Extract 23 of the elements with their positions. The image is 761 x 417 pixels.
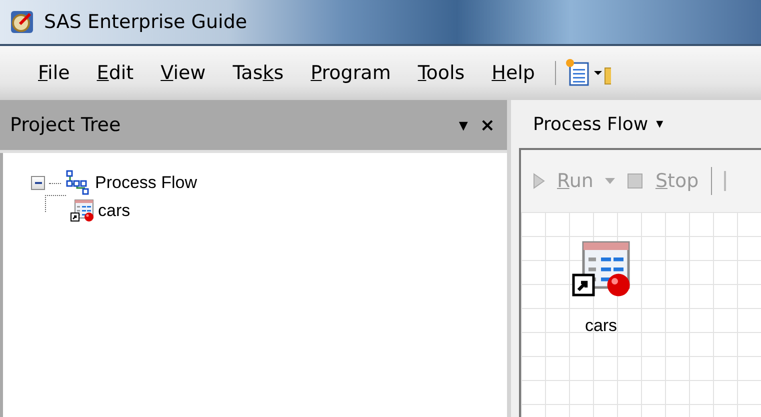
flow-icon xyxy=(65,170,91,196)
pin-menu-button[interactable]: ▾ xyxy=(458,114,468,136)
tree-item[interactable]: Process Flow xyxy=(95,173,198,193)
menu-item[interactable]: Program xyxy=(300,58,402,88)
stop-icon xyxy=(627,173,644,189)
menu-item[interactable]: Help xyxy=(480,58,546,88)
menu-item[interactable]: View xyxy=(150,58,217,88)
menu-item[interactable]: File xyxy=(27,58,81,88)
menu-item[interactable]: Tasks xyxy=(222,58,295,88)
node-label[interactable]: cars xyxy=(584,316,618,336)
dataset-icon xyxy=(70,199,94,223)
collapse-toggle[interactable] xyxy=(31,176,45,190)
new-document-icon[interactable] xyxy=(564,58,604,88)
tree-item[interactable]: cars xyxy=(98,201,130,221)
menu-item[interactable]: Tools xyxy=(406,58,476,88)
panel-title: Project Tree xyxy=(10,114,122,136)
close-button[interactable]: × xyxy=(480,114,495,136)
caret-icon[interactable]: ▾ xyxy=(656,116,664,132)
menu-item[interactable]: Edit xyxy=(86,58,145,88)
flow-tab[interactable]: Process Flow xyxy=(533,114,648,134)
play-icon xyxy=(533,173,545,189)
app-logo-icon xyxy=(10,10,34,34)
window-title: SAS Enterprise Guide xyxy=(44,11,248,33)
